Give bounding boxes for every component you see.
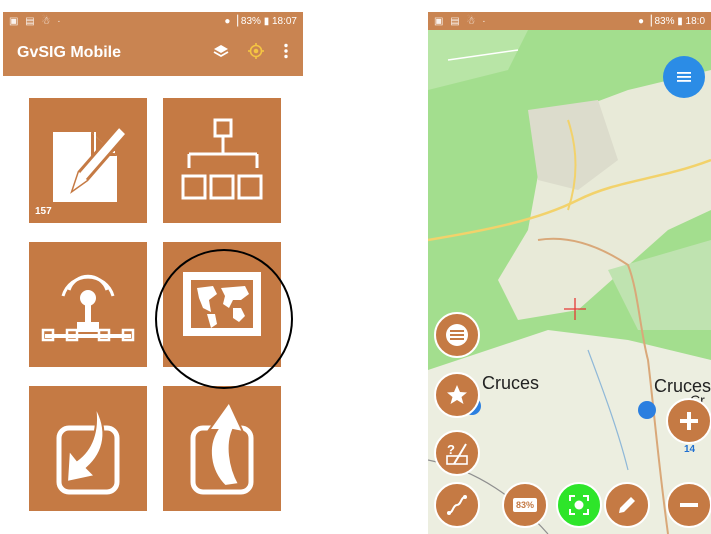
- map-label-left: Cruces: [482, 373, 540, 393]
- layers-list-button[interactable]: [434, 312, 480, 358]
- star-icon: [447, 385, 467, 404]
- gps-log-tile[interactable]: [29, 242, 147, 367]
- info-tool-button[interactable]: ?: [434, 430, 480, 476]
- curve-icon: [447, 495, 467, 515]
- battery-status-button[interactable]: 83%: [502, 482, 548, 528]
- import-arrow-icon: [56, 405, 120, 495]
- notes-tile[interactable]: 157: [29, 98, 147, 223]
- notes-count-badge: 157: [35, 206, 52, 217]
- export-arrow-icon: [190, 400, 254, 495]
- gps-center-button[interactable]: [556, 482, 602, 528]
- gps-target-icon: [569, 495, 589, 515]
- status-right-info: ●▕ 83% ▮ 18:0: [637, 15, 705, 27]
- app-bar: GvSIG Mobile: [3, 30, 303, 76]
- overflow-menu-icon[interactable]: [283, 43, 289, 64]
- measure-tool-button[interactable]: [434, 482, 480, 528]
- poi-marker[interactable]: [638, 401, 656, 419]
- zoom-out-button[interactable]: [666, 482, 711, 528]
- map-menu-button[interactable]: [663, 56, 705, 98]
- bookmarks-button[interactable]: [434, 372, 480, 418]
- zoom-in-button[interactable]: [666, 398, 711, 444]
- edit-button[interactable]: [604, 482, 650, 528]
- pencil-icon: [619, 497, 635, 513]
- hamburger-icon: [677, 72, 691, 82]
- export-tile[interactable]: [163, 386, 281, 511]
- dashboard-screen: ▣ ▤ ☃ · ●▕ 83% ▮ 18:07 GvSIG Mobile 157: [3, 12, 303, 530]
- status-bar: ▣ ▤ ☃ · ●▕ 83% ▮ 18:0: [428, 12, 711, 30]
- layers-icon[interactable]: [213, 43, 229, 64]
- import-tile[interactable]: [29, 386, 147, 511]
- app-title: GvSIG Mobile: [17, 44, 122, 61]
- gps-locate-icon[interactable]: [247, 42, 265, 65]
- hierarchy-icon: [181, 118, 263, 200]
- notes-icon: [53, 123, 130, 202]
- svg-text:?: ?: [447, 442, 455, 457]
- map-screen: ▣ ▤ ☃ · ●▕ 83% ▮ 18:0 Cruces Cruces Cr: [428, 12, 711, 534]
- minus-icon: [680, 503, 698, 507]
- list-icon: [446, 324, 468, 346]
- project-structure-tile[interactable]: [163, 98, 281, 223]
- highlight-circle: [155, 249, 293, 389]
- plus-icon: [680, 412, 698, 430]
- status-notification-icons: ▣ ▤ ☃ ·: [434, 15, 488, 27]
- status-right-info: ●▕ 83% ▮ 18:07: [224, 15, 297, 27]
- status-bar: ▣ ▤ ☃ · ●▕ 83% ▮ 18:07: [3, 12, 303, 30]
- query-tool-icon: ?: [446, 442, 468, 465]
- status-notification-icons: ▣ ▤ ☃ ·: [9, 15, 63, 27]
- antenna-icon: [41, 274, 135, 342]
- battery-label: 83%: [512, 498, 537, 512]
- zoom-level-label: 14: [684, 444, 696, 455]
